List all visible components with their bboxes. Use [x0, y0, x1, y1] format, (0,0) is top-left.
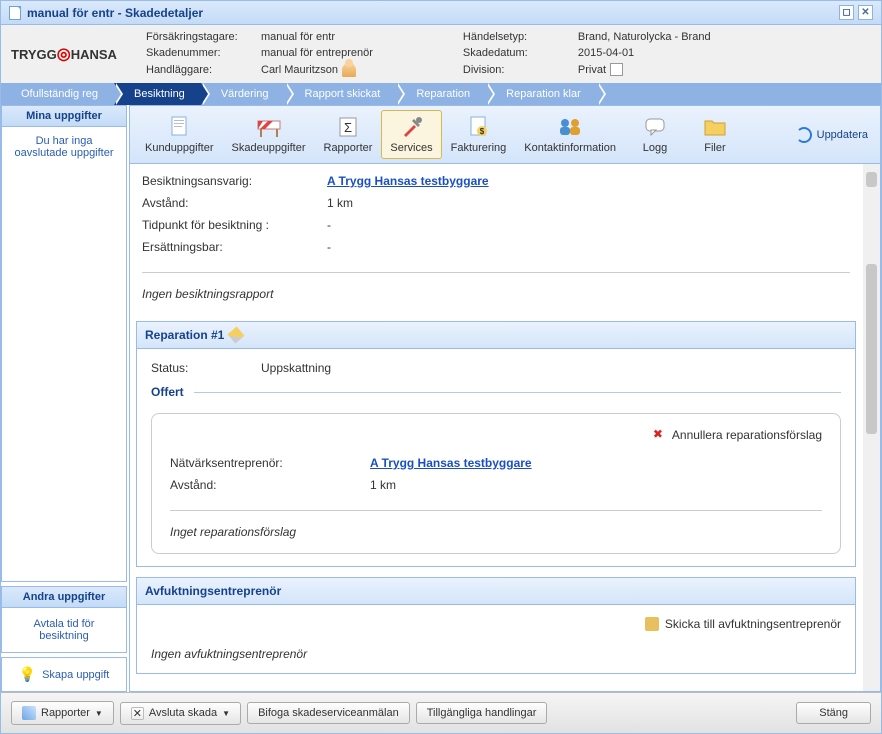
- cancel-icon: [652, 428, 666, 442]
- info-header: TRYGG◎HANSA Försäkringstagare:manual för…: [1, 25, 881, 83]
- network-distance-label: Avstånd:: [170, 478, 370, 492]
- close-claim-icon: ✕: [131, 707, 144, 720]
- compensable-value: -: [327, 240, 331, 254]
- bottom-docs-button[interactable]: Tillgängliga handlingar: [416, 702, 548, 724]
- sidebar-mytasks-head: Mina uppgifter: [2, 106, 126, 127]
- sidebar-other-head: Andra uppgifter: [2, 587, 126, 608]
- create-task-button[interactable]: Skapa uppgift: [42, 667, 109, 683]
- info-claimno-label: Skadenummer:: [146, 47, 261, 59]
- refresh-button[interactable]: Uppdatera: [790, 123, 874, 147]
- info-event-value: Brand, Naturolycka - Brand: [578, 31, 711, 43]
- info-division-label: Division:: [463, 64, 578, 76]
- info-handler-value: Carl Mauritzson: [261, 63, 356, 77]
- tab-files[interactable]: Filer: [685, 110, 745, 159]
- info-date-value: 2015-04-01: [578, 47, 634, 59]
- close-window-button[interactable]: ✕: [858, 5, 873, 20]
- distance-value: 1 km: [327, 196, 353, 210]
- repair-panel: Reparation #1 Status:Uppskattning Offert…: [136, 321, 856, 567]
- bottom-bar: Rapporter▼ ✕Avsluta skada▼ Bifoga skades…: [1, 692, 881, 733]
- tools-icon: [398, 115, 426, 139]
- refresh-icon: [796, 127, 812, 143]
- send-icon: [645, 617, 659, 631]
- network-label: Nätvärksentreprenör:: [170, 456, 370, 470]
- network-distance-value: 1 km: [370, 478, 396, 492]
- tab-contacts[interactable]: Kontaktinformation: [515, 110, 625, 159]
- time-value: -: [327, 218, 331, 232]
- barrier-icon: [255, 115, 283, 139]
- tab-reports[interactable]: ΣRapporter: [315, 110, 382, 159]
- sigma-icon: Σ: [334, 115, 362, 139]
- person-icon: [342, 63, 356, 77]
- info-event-label: Händelsetyp:: [463, 31, 578, 43]
- info-handler-label: Handläggare:: [146, 64, 261, 76]
- info-division-value: Privat: [578, 63, 623, 76]
- invoice-icon: $: [464, 115, 492, 139]
- prog-step-6[interactable]: Reparation klar: [486, 83, 597, 105]
- offert-box: Annullera reparationsförslag Nätvärksent…: [151, 413, 841, 554]
- info-claimno-value: manual för entreprenör: [261, 47, 373, 59]
- bottom-attach-button[interactable]: Bifoga skadeserviceanmälan: [247, 702, 410, 724]
- document-icon: [9, 6, 21, 20]
- prog-step-3[interactable]: Värdering: [201, 83, 285, 105]
- bottom-reports-button[interactable]: Rapporter▼: [11, 701, 114, 725]
- no-proposal-note: Inget reparationsförslag: [170, 525, 822, 539]
- scroll-up-icon[interactable]: [866, 172, 877, 187]
- scrollbar[interactable]: [863, 164, 880, 691]
- dehumid-heading: Avfuktningsentreprenör: [137, 578, 855, 605]
- status-value: Uppskattning: [261, 361, 331, 375]
- tab-services[interactable]: Services: [381, 110, 441, 159]
- logo: TRYGG◎HANSA: [11, 31, 116, 77]
- prog-step-1[interactable]: Ofullständig reg: [1, 83, 114, 105]
- cancel-proposal-button[interactable]: Annullera reparationsförslag: [170, 428, 822, 442]
- maximize-button[interactable]: ◻: [839, 5, 854, 20]
- send-dehumid-button[interactable]: Skicka till avfuktningsentreprenör: [151, 617, 841, 631]
- window-title: manual för entr - Skadedetaljer: [27, 6, 203, 20]
- sidebar-book-inspection-link[interactable]: Avtala tid för besiktning: [8, 616, 120, 644]
- bottom-close-button[interactable]: Stäng: [796, 702, 871, 724]
- report-icon: [22, 706, 36, 720]
- lightbulb-icon: 💡: [19, 666, 36, 683]
- tab-log[interactable]: Logg: [625, 110, 685, 159]
- tab-customer[interactable]: Kunduppgifter: [136, 110, 223, 159]
- network-link[interactable]: A Trygg Hansas testbyggare: [370, 456, 532, 470]
- scroll-thumb[interactable]: [866, 264, 877, 434]
- compensable-label: Ersättningsbar:: [142, 240, 327, 254]
- tab-damage[interactable]: Skadeuppgifter: [223, 110, 315, 159]
- time-label: Tidpunkt för besiktning :: [142, 218, 327, 232]
- offert-heading: Offert: [151, 385, 841, 399]
- checkbox-icon: [610, 63, 623, 76]
- info-insured-label: Försäkringstagare:: [146, 31, 261, 43]
- sidebar-mytasks-body: Du har inga oavslutade uppgifter: [2, 127, 126, 581]
- prog-step-2[interactable]: Besiktning: [114, 83, 201, 105]
- document-icon: [165, 115, 193, 139]
- dehumid-panel: Avfuktningsentreprenör Skicka till avfuk…: [136, 577, 856, 674]
- distance-label: Avstånd:: [142, 196, 327, 210]
- info-insured-value: manual för entr: [261, 31, 335, 43]
- prog-step-5[interactable]: Reparation: [396, 83, 486, 105]
- tab-billing[interactable]: $Fakturering: [442, 110, 516, 159]
- no-inspection-note: Ingen besiktningsrapport: [136, 287, 856, 311]
- bottom-close-claim-button[interactable]: ✕Avsluta skada▼: [120, 702, 241, 725]
- repair-heading: Reparation #1: [145, 328, 224, 342]
- svg-text:$: $: [480, 127, 485, 136]
- info-date-label: Skadedatum:: [463, 47, 578, 59]
- inspector-label: Besiktningsansvarig:: [142, 174, 327, 188]
- toolbar: Kunduppgifter Skadeuppgifter ΣRapporter …: [130, 106, 880, 164]
- svg-text:Σ: Σ: [344, 120, 352, 135]
- inspector-link[interactable]: A Trygg Hansas testbyggare: [327, 174, 489, 188]
- people-icon: [556, 115, 584, 139]
- title-bar: manual för entr - Skadedetaljer ◻ ✕: [1, 1, 881, 25]
- progress-bar: Ofullständig reg Besiktning Värdering Ra…: [1, 83, 881, 105]
- folder-icon: [701, 115, 729, 139]
- content-area: Besiktningsansvarig:A Trygg Hansas testb…: [130, 164, 880, 691]
- status-label: Status:: [151, 361, 261, 375]
- no-dehumid-note: Ingen avfuktningsentreprenör: [151, 641, 841, 661]
- edit-icon[interactable]: [228, 327, 245, 344]
- prog-step-4[interactable]: Rapport skickat: [285, 83, 397, 105]
- chat-icon: [641, 115, 669, 139]
